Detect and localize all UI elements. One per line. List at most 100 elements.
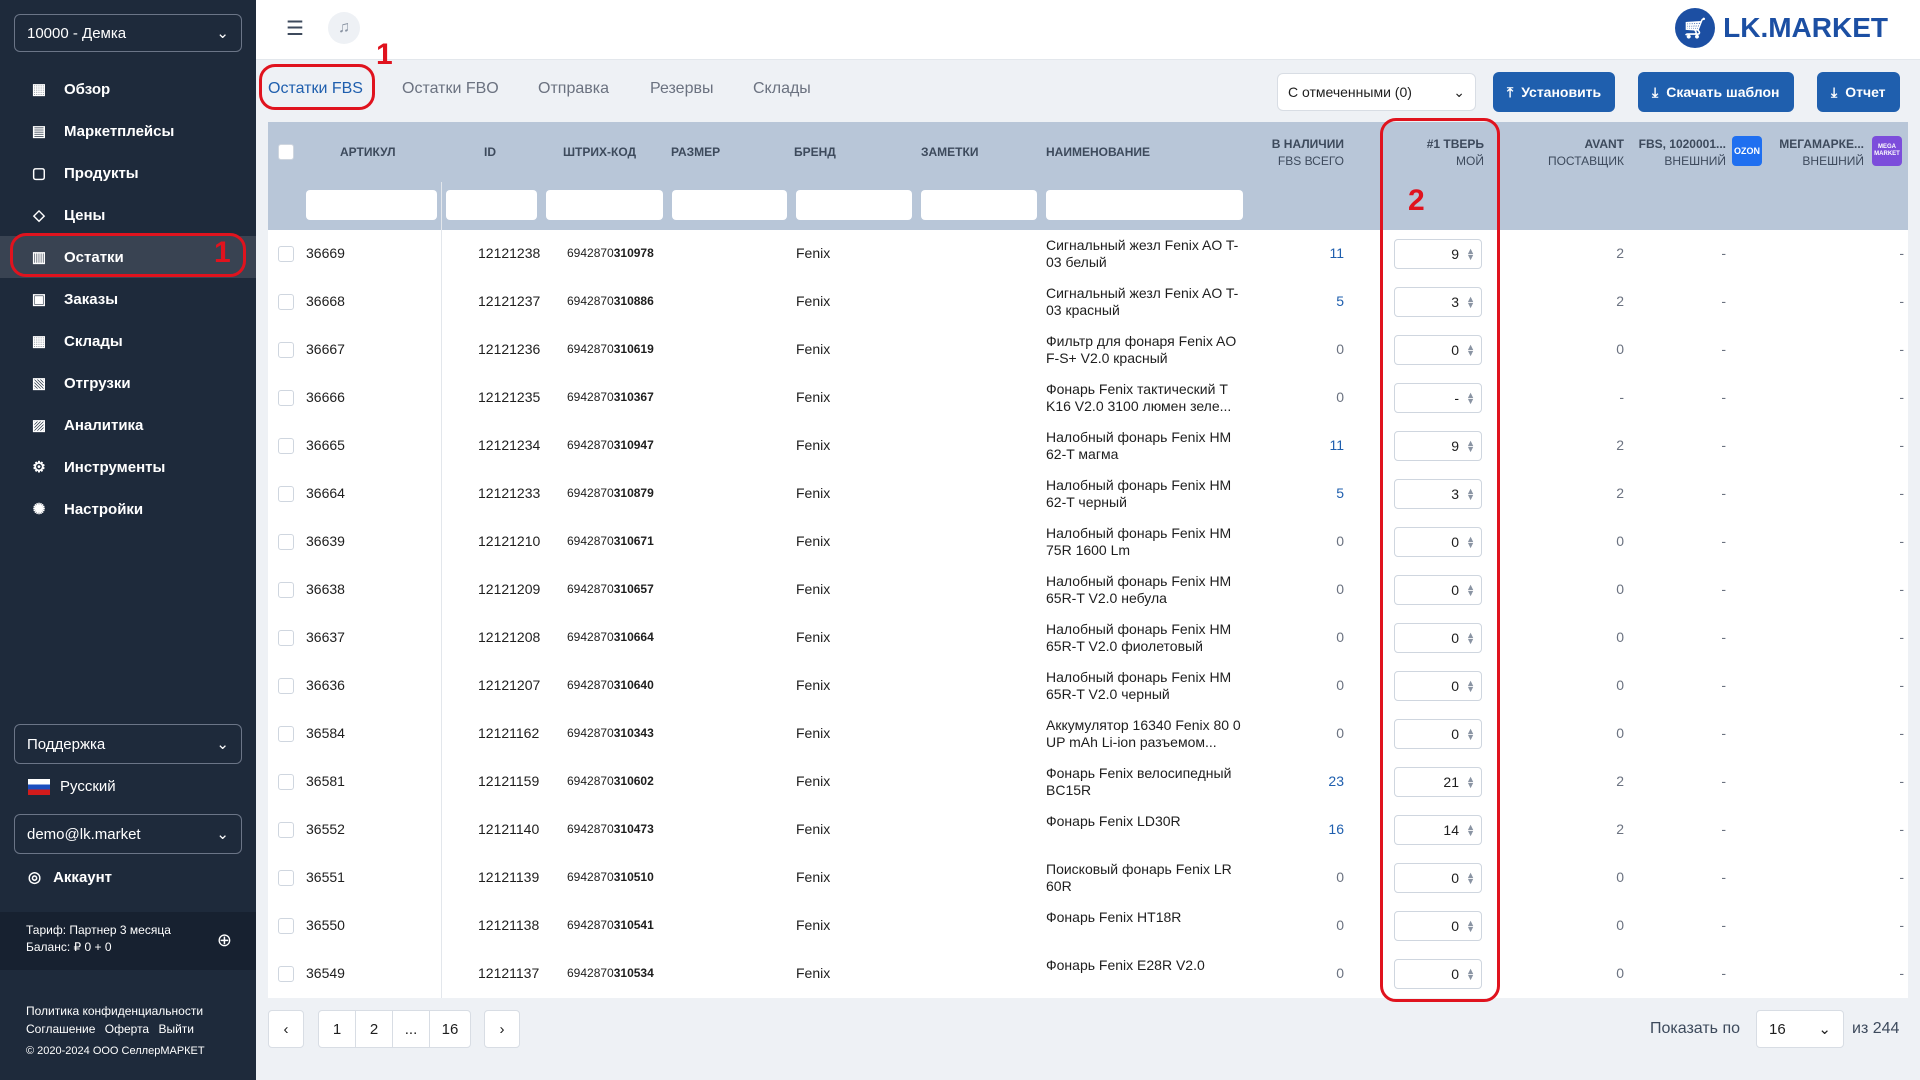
table-row[interactable]: 36636 12121207 6942870310640 Fenix Налобный …	[268, 662, 1908, 710]
sidebar-item-orders[interactable]: ▣ Заказы	[0, 278, 256, 320]
language-selector[interactable]: Русский	[28, 778, 116, 795]
row-checkbox[interactable]	[278, 966, 294, 982]
row-checkbox[interactable]	[278, 342, 294, 358]
sidebar-item-tools[interactable]: ⚙ Инструменты	[0, 446, 256, 488]
cell-avant: 0	[1616, 869, 1624, 885]
table-row[interactable]: 36667 12121236 6942870310619 Fenix Фильтр дл…	[268, 326, 1908, 374]
cell-id: 12121210	[478, 533, 541, 549]
per-page-select[interactable]: 16 ⌄	[1756, 1010, 1844, 1048]
col-id[interactable]: ID	[484, 144, 496, 161]
row-checkbox[interactable]	[278, 438, 294, 454]
logout-link[interactable]: Выйти	[158, 1022, 194, 1036]
col-article[interactable]: АРТИКУЛ	[340, 144, 396, 161]
filter-barcode-input[interactable]	[546, 190, 663, 220]
row-checkbox[interactable]	[278, 822, 294, 838]
col-megamarket[interactable]: МЕГАМАРКЕ... ВНЕШНИЙ	[1768, 136, 1864, 170]
row-checkbox[interactable]	[278, 486, 294, 502]
page-button[interactable]: 2	[355, 1010, 393, 1048]
col-ozon-sub: ВНЕШНИЙ	[1664, 154, 1726, 168]
privacy-link[interactable]: Политика конфиденциальности	[26, 1002, 205, 1020]
row-checkbox[interactable]	[278, 582, 294, 598]
set-button[interactable]: ⤒ Установить	[1493, 72, 1616, 112]
account-link[interactable]: ◎ Аккаунт	[28, 868, 112, 887]
col-avant[interactable]: AVANT ПОСТАВЩИК	[1530, 136, 1624, 170]
cell-available: 11	[1329, 437, 1344, 453]
table-row[interactable]: 36669 12121238 6942870310978 Fenix Сигнальны…	[268, 230, 1908, 278]
col-ozon-fbs[interactable]: FBS, 1020001... ВНЕШНИЙ	[1630, 136, 1726, 170]
next-page-button[interactable]: ›	[484, 1010, 520, 1048]
cell-name: Фонарь Fenix HT18R	[1046, 909, 1182, 925]
sidebar-item-warehouses[interactable]: ▦ Склады	[0, 320, 256, 362]
cell-megamarket: -	[1899, 533, 1904, 549]
col-size[interactable]: РАЗМЕР	[671, 144, 720, 161]
tab-fbo-stock[interactable]: Остатки FBO	[402, 80, 499, 98]
cell-avant: 0	[1616, 629, 1624, 645]
sidebar-item-marketplaces[interactable]: ▤ Маркетплейсы	[0, 110, 256, 152]
row-checkbox[interactable]	[278, 726, 294, 742]
cell-id: 12121236	[478, 341, 541, 357]
cell-brand: Fenix	[796, 917, 831, 933]
logo[interactable]: 🛒︎ LK.MARKET	[1675, 8, 1888, 48]
sidebar-item-overview[interactable]: ▦ Обзор	[0, 68, 256, 110]
agreement-link[interactable]: Соглашение	[26, 1022, 95, 1036]
row-checkbox[interactable]	[278, 870, 294, 886]
sidebar-item-prices[interactable]: ◇ Цены	[0, 194, 256, 236]
sidebar-item-analytics[interactable]: ▨ Аналитика	[0, 404, 256, 446]
table-row[interactable]: 36550 12121138 6942870310541 Fenix Фонарь Fe…	[268, 902, 1908, 950]
table-row[interactable]: 36639 12121210 6942870310671 Fenix Налобный …	[268, 518, 1908, 566]
table-row[interactable]: 36664 12121233 6942870310879 Fenix Налобный …	[268, 470, 1908, 518]
select-all-checkbox[interactable]	[278, 144, 294, 160]
offer-link[interactable]: Оферта	[105, 1022, 149, 1036]
table-row[interactable]: 36584 12121162 6942870310343 Fenix Аккумулят…	[268, 710, 1908, 758]
sidebar-item-shipments[interactable]: ▧ Отгрузки	[0, 362, 256, 404]
sidebar-item-settings[interactable]: ✺ Настройки	[0, 488, 256, 530]
row-checkbox[interactable]	[278, 390, 294, 406]
add-balance-icon[interactable]: ⊕	[217, 931, 232, 949]
row-checkbox[interactable]	[278, 246, 294, 262]
cell-id: 12121235	[478, 389, 541, 405]
page-button[interactable]: 16	[429, 1010, 471, 1048]
row-checkbox[interactable]	[278, 630, 294, 646]
row-checkbox[interactable]	[278, 918, 294, 934]
table-row[interactable]: 36551 12121139 6942870310510 Fenix Поисковый…	[268, 854, 1908, 902]
table-row[interactable]: 36552 12121140 6942870310473 Fenix Фонарь Fe…	[268, 806, 1908, 854]
table-row[interactable]: 36581 12121159 6942870310602 Fenix Фонарь Fe…	[268, 758, 1908, 806]
filter-notes-input[interactable]	[921, 190, 1037, 220]
table-row[interactable]: 36666 12121235 6942870310367 Fenix Фонарь Fe…	[268, 374, 1908, 422]
page-button[interactable]: 1	[318, 1010, 356, 1048]
col-brand[interactable]: БРЕНД	[794, 144, 836, 161]
tab-warehouses[interactable]: Склады	[753, 80, 811, 98]
filter-id-input[interactable]	[446, 190, 537, 220]
table-row[interactable]: 36637 12121208 6942870310664 Fenix Налобный …	[268, 614, 1908, 662]
row-checkbox[interactable]	[278, 774, 294, 790]
sidebar-item-products[interactable]: ▢ Продукты	[0, 152, 256, 194]
filter-name-input[interactable]	[1046, 190, 1243, 220]
marketplace-icon: ▤	[31, 123, 47, 140]
col-available[interactable]: В НАЛИЧИИ FBS ВСЕГО	[1268, 136, 1344, 170]
table-row[interactable]: 36638 12121209 6942870310657 Fenix Налобный …	[268, 566, 1908, 614]
row-checkbox[interactable]	[278, 678, 294, 694]
menu-icon[interactable]: ☰	[286, 16, 304, 41]
download-template-button[interactable]: ⤓ Скачать шаблон	[1638, 72, 1794, 112]
tab-reserves[interactable]: Резервы	[650, 80, 713, 98]
user-dropdown[interactable]: demo@lk.market ⌄	[14, 814, 242, 854]
filter-article-input[interactable]	[306, 190, 437, 220]
sidebar-item-label: Настройки	[64, 500, 144, 518]
bulk-action-select[interactable]: С отмеченными (0) ⌄	[1277, 73, 1476, 111]
prev-page-button[interactable]: ‹	[268, 1010, 304, 1048]
col-name[interactable]: НАИМЕНОВАНИЕ	[1046, 144, 1150, 161]
col-barcode[interactable]: ШТРИХ-КОД	[563, 144, 636, 161]
report-button[interactable]: ⤓ Отчет	[1817, 72, 1900, 112]
table-row[interactable]: 36668 12121237 6942870310886 Fenix Сигнальны…	[268, 278, 1908, 326]
support-dropdown[interactable]: Поддержка ⌄	[14, 724, 242, 764]
table-row[interactable]: 36665 12121234 6942870310947 Fenix Налобный …	[268, 422, 1908, 470]
org-select[interactable]: 10000 - Демка ⌄	[14, 14, 242, 52]
filter-size-input[interactable]	[672, 190, 787, 220]
filter-brand-input[interactable]	[796, 190, 912, 220]
bell-icon[interactable]: ♫	[328, 12, 360, 44]
table-row[interactable]: 36549 12121137 6942870310534 Fenix Фонарь Fe…	[268, 950, 1908, 998]
row-checkbox[interactable]	[278, 534, 294, 550]
col-notes[interactable]: ЗАМЕТКИ	[921, 144, 978, 161]
tab-sending[interactable]: Отправка	[538, 80, 609, 98]
row-checkbox[interactable]	[278, 294, 294, 310]
